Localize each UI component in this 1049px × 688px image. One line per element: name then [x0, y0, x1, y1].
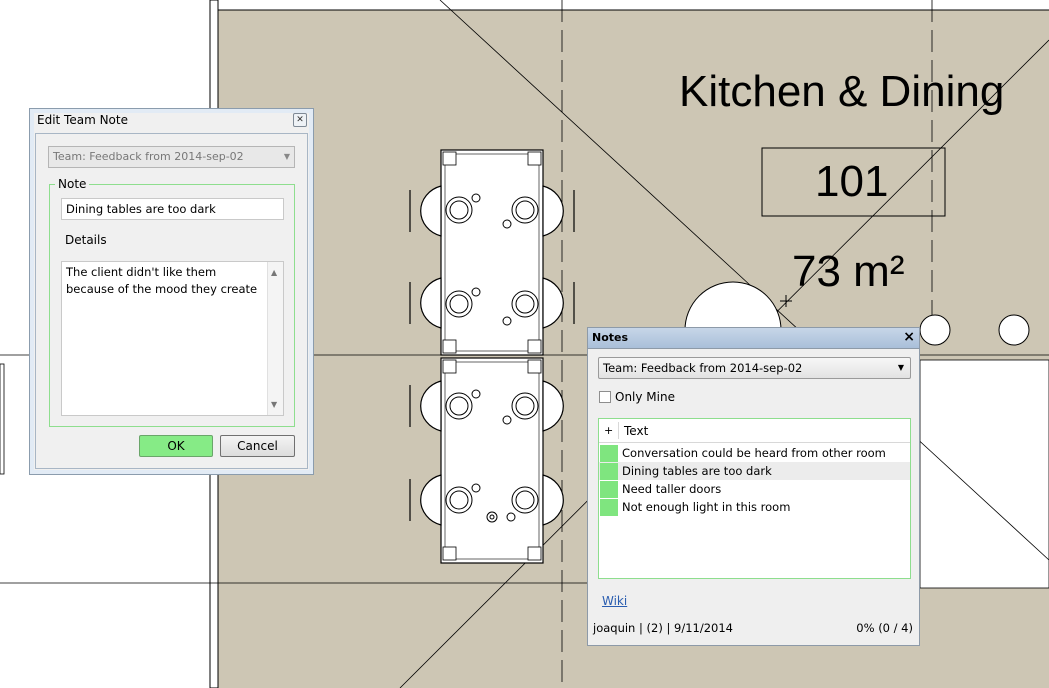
ok-button[interactable]: OK — [139, 435, 213, 457]
add-note-button[interactable]: + — [604, 424, 613, 437]
table-row[interactable]: Conversation could be heard from other r… — [599, 444, 910, 462]
dialog-title: Edit Team Note — [37, 113, 128, 127]
notes-grid: + Text Conversation could be heard from … — [598, 418, 911, 579]
notes-header: Notes × — [588, 328, 919, 349]
row-text: Not enough light in this room — [622, 500, 791, 514]
cancel-button[interactable]: Cancel — [220, 435, 295, 457]
wiki-link[interactable]: Wiki — [602, 594, 627, 608]
status-swatch — [600, 463, 618, 480]
only-mine-label[interactable]: Only Mine — [615, 390, 675, 404]
close-icon[interactable]: × — [903, 329, 915, 345]
room-area-label: 73 m² — [792, 247, 905, 296]
column-divider — [618, 422, 619, 439]
close-icon: ✕ — [296, 115, 304, 125]
notes-title: Notes — [592, 331, 629, 344]
chevron-down-icon: ▼ — [283, 152, 290, 161]
table-row-selected[interactable]: Dining tables are too dark — [599, 462, 910, 480]
dining-table-1 — [440, 149, 544, 356]
scroll-down-icon[interactable]: ▼ — [271, 396, 277, 413]
status-swatch — [600, 481, 618, 498]
details-textarea[interactable]: The client didn't like them because of t… — [61, 261, 284, 416]
team-select-value: Team: Feedback from 2014-sep-02 — [53, 150, 244, 163]
only-mine-checkbox[interactable] — [599, 391, 611, 403]
close-button[interactable]: ✕ — [293, 113, 307, 127]
note-title-input[interactable]: Dining tables are too dark — [61, 198, 284, 220]
grid-header: + Text — [599, 419, 910, 443]
details-scrollbar[interactable]: ▲ ▼ — [267, 262, 283, 415]
edit-team-note-dialog: Edit Team Note ✕ Team: Feedback from 201… — [29, 108, 314, 475]
note-group-label: Note — [55, 177, 90, 191]
room-name-label: Kitchen & Dining — [679, 67, 1005, 116]
status-swatch — [600, 499, 618, 516]
room-number-label: 101 — [815, 157, 889, 206]
status-swatch — [600, 445, 618, 462]
row-text: Dining tables are too dark — [622, 464, 772, 478]
details-label: Details — [65, 233, 107, 247]
row-text: Need taller doors — [622, 482, 722, 496]
progress-text: 0% (0 / 4) — [856, 621, 913, 635]
scroll-up-icon[interactable]: ▲ — [271, 264, 277, 281]
status-text: joaquin | (2) | 9/11/2014 — [593, 621, 733, 635]
row-text: Conversation could be heard from other r… — [622, 446, 886, 460]
team-select[interactable]: Team: Feedback from 2014-sep-02 ▼ — [48, 146, 295, 168]
chevron-down-icon: ▼ — [897, 363, 904, 372]
notes-team-select-value: Team: Feedback from 2014-sep-02 — [603, 361, 803, 375]
text-column-header[interactable]: Text — [624, 424, 648, 438]
table-row[interactable]: Not enough light in this room — [599, 498, 910, 516]
table-row[interactable]: Need taller doors — [599, 480, 910, 498]
notes-team-select[interactable]: Team: Feedback from 2014-sep-02 ▼ — [598, 357, 911, 379]
dining-table-2 — [440, 357, 544, 564]
notes-panel: Notes × Team: Feedback from 2014-sep-02 … — [587, 327, 920, 646]
details-text: The client didn't like them because of t… — [66, 265, 258, 296]
